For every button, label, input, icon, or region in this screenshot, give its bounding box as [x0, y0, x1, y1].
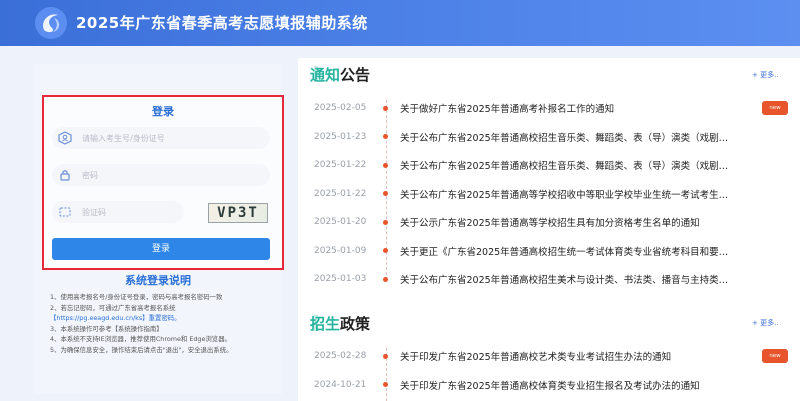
news-title-link[interactable]: 关于公示广东省2025年普通高等学校招生具有加分资格考生名单的通知 [400, 215, 740, 229]
top-header: 2025年广东省春季高考志愿填报辅助系统 [0, 0, 800, 46]
news-date: 2025-02-28 [314, 351, 367, 361]
policies-heading-rest: 政策 [340, 315, 371, 333]
news-row[interactable]: 2025-01-20 关于公示广东省2025年普通高等学校招生具有加分资格考生名单… [314, 215, 784, 229]
news-date: 2025-01-20 [314, 217, 367, 227]
instruction-line: 4、本系统不支持IE浏览器，推荐使用Chrome和 Edge浏览器。 [50, 335, 231, 344]
login-button[interactable]: 登录 [52, 238, 270, 260]
timeline-dot-icon [383, 134, 388, 139]
captcha-icon [59, 207, 71, 217]
instruction-line: 5、为确保信息安全，操作结束后请点击"退出"，安全退出系统。 [50, 345, 233, 354]
password-input[interactable]: 密码 [52, 164, 270, 186]
news-title-link[interactable]: 关于印发广东省2025年普通高校艺术类专业考试招生办法的通知 [400, 349, 740, 363]
instructions-title: 系统登录说明 [125, 274, 191, 287]
heading-accent-bar [314, 66, 318, 82]
news-date: 2025-01-09 [314, 245, 367, 256]
news-row[interactable]: 2025-01-03 关于公布广东省2025年普通高校招生美术与设计类、书法类、播… [314, 272, 784, 286]
username-placeholder: 请输入考生号/身份证号 [82, 133, 165, 143]
news-title-link[interactable]: 关于公布广东省2025年普通高等学校招收中等职业学校毕业生统一考试考生… [400, 187, 740, 201]
news-title-link[interactable]: 关于公布广东省2025年普通高校招生音乐类、舞蹈类、表（导）演类（戏剧… [400, 158, 740, 172]
timeline-dot-icon [383, 353, 388, 359]
news-title-link[interactable]: 关于公布广东省2025年普通高校招生音乐类、舞蹈类、表（导）演类（戏剧… [400, 130, 740, 144]
heading-accent-bar [314, 315, 318, 331]
id-card-icon [58, 131, 72, 145]
instruction-line: 2、若忘记密码，可通过广东省高考报名系统 [50, 303, 176, 312]
captcha-placeholder: 验证码 [82, 207, 106, 217]
swirl-logo-icon [35, 7, 67, 39]
notices-more-link[interactable]: + 更多.. [752, 70, 779, 80]
news-date: 2025-01-22 [314, 188, 367, 199]
new-badge: new [762, 101, 788, 115]
notices-heading: 通知公告 [310, 64, 370, 85]
new-badge: new [762, 349, 788, 363]
news-date: 2025-01-03 [314, 274, 367, 284]
news-date: 2025-01-22 [314, 160, 367, 170]
instruction-line: 1、使用高考报名号/身份证号登录，密码与高考报名密码一致 [50, 293, 223, 301]
timeline-dot-icon [383, 382, 388, 387]
login-form: 登录 请输入考生号/身份证号 密码 验证码 VP3T 登录 [42, 95, 284, 270]
timeline-dot-icon [383, 191, 388, 196]
news-row[interactable]: 2024-10-21 关于印发广东省2025年普通高校体育类专业招生报名及考试办法… [314, 378, 784, 392]
timeline-dot-icon [383, 105, 388, 111]
policies-more-link[interactable]: + 更多.. [752, 318, 779, 328]
timeline-dot-icon [383, 276, 388, 282]
policies-heading: 招生政策 [310, 313, 370, 334]
login-title: 登录 [152, 105, 174, 118]
news-date: 2024-10-21 [314, 379, 367, 390]
captcha-input[interactable]: 验证码 [52, 201, 184, 223]
news-row[interactable]: 2025-01-22 关于公布广东省2025年普通高校招生音乐类、舞蹈类、表（导）… [314, 158, 784, 172]
news-title-link[interactable]: 关于印发广东省2025年普通高校体育类专业招生报名及考试办法的通知 [400, 378, 740, 392]
timeline-dot-icon [383, 248, 388, 253]
password-reset-link[interactable]: 【https://pg.eeagd.edu.cn/ks】重置密码。 [50, 313, 280, 324]
captcha-image[interactable]: VP3T [208, 203, 268, 223]
timeline-dot-icon [383, 219, 388, 225]
news-title-link[interactable]: 关于公布广东省2025年普通高校招生美术与设计类、书法类、播音与主持类… [400, 272, 740, 286]
news-title-link[interactable]: 关于更正《广东省2025年普通高校招生统一考试体育类专业省统考科目和要… [400, 244, 740, 258]
news-row[interactable]: 2025-01-09 关于更正《广东省2025年普通高校招生统一考试体育类专业省统… [314, 244, 784, 258]
news-row[interactable]: 2025-02-05 关于做好广东省2025年普通高考补报名工作的通知 new [314, 101, 788, 115]
username-input[interactable]: 请输入考生号/身份证号 [52, 127, 270, 149]
lock-icon [60, 170, 70, 181]
site-title: 2025年广东省春季高考志愿填报辅助系统 [76, 14, 368, 32]
news-row[interactable]: 2025-01-22 关于公布广东省2025年普通高等学校招收中等职业学校毕业生统… [314, 187, 784, 201]
instructions-list: 1、使用高考报名号/身份证号登录，密码与高考报名密码一致 2、若忘记密码，可通过… [50, 292, 280, 356]
timeline-dot-icon [383, 162, 388, 168]
password-placeholder: 密码 [82, 170, 98, 180]
instruction-line[interactable]: 3、本系统操作可参考【系统操作指南】 [50, 324, 280, 335]
news-title-link[interactable]: 关于做好广东省2025年普通高考补报名工作的通知 [400, 101, 740, 115]
notices-heading-rest: 公告 [340, 66, 371, 84]
news-date: 2025-01-23 [314, 131, 367, 142]
news-row[interactable]: 2025-01-23 关于公布广东省2025年普通高校招生音乐类、舞蹈类、表（导）… [314, 130, 784, 144]
news-row[interactable]: 2025-02-28 关于印发广东省2025年普通高校艺术类专业考试招生办法的通知… [314, 349, 788, 363]
news-date: 2025-02-05 [314, 103, 367, 113]
